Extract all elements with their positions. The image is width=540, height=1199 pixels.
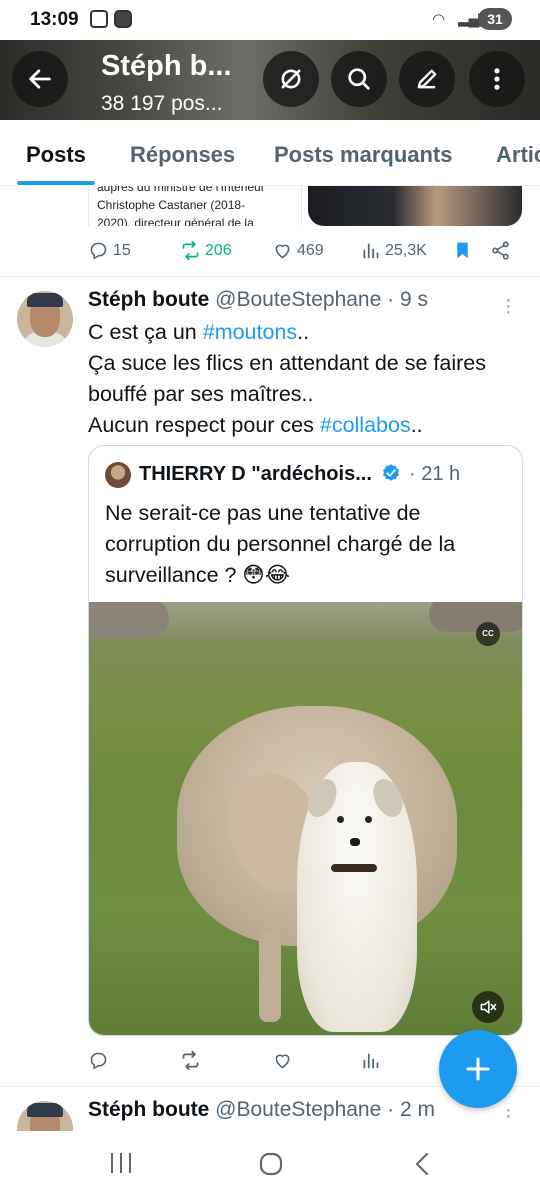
post-more-icon[interactable]: · · ·: [505, 290, 512, 322]
tab-replies[interactable]: Réponses: [130, 142, 235, 168]
post-time: · 2 m: [387, 1098, 435, 1121]
muted-circle-icon: [281, 69, 301, 89]
previous-post-document-image[interactable]: auprès du ministre de l'Intérieur Christ…: [88, 186, 302, 226]
more-options-button[interactable]: [469, 51, 525, 107]
back-nav-icon[interactable]: [412, 1151, 434, 1177]
hashtag-link[interactable]: #moutons: [203, 320, 297, 344]
reply-button[interactable]: [88, 1050, 109, 1071]
hashtag-link[interactable]: #collabos: [320, 413, 411, 437]
verified-badge-icon: [383, 464, 400, 481]
views-chart-icon: [363, 1053, 379, 1069]
quote-video[interactable]: CC: [89, 602, 522, 1035]
previous-post-photo[interactable]: [308, 186, 522, 226]
share-button[interactable]: [490, 240, 511, 261]
text-segment: Aucun respect pour ces: [88, 413, 320, 437]
home-icon[interactable]: [258, 1151, 284, 1177]
quoted-post[interactable]: THIERRY D "ardéchois... · 21 h Ne serait…: [88, 445, 523, 1036]
back-button[interactable]: [12, 51, 68, 107]
tab-articles[interactable]: Artic: [496, 142, 540, 168]
captions-button[interactable]: CC: [476, 622, 500, 646]
bookmark-icon: [457, 242, 468, 259]
profile-tabs: Posts Réponses Posts marquants Artic: [0, 120, 540, 186]
repost-icon: [182, 240, 199, 261]
search-icon: [348, 68, 370, 90]
post-text: C est ça un #moutons.. Ça suce les flics…: [88, 317, 528, 441]
mute-profile-button[interactable]: [263, 51, 319, 107]
author-name[interactable]: Stéph boute: [88, 288, 209, 311]
reply-count: 15: [113, 241, 131, 259]
speaker-muted-icon: [480, 1000, 497, 1014]
recent-apps-icon[interactable]: [108, 1151, 134, 1175]
post-author-line[interactable]: Stéph boute @BouteStephane · 2 m: [88, 1098, 435, 1122]
quote-time: · 21 h: [409, 463, 461, 485]
reply-button[interactable]: 15: [88, 240, 131, 261]
like-count: 469: [297, 241, 324, 259]
tab-posts[interactable]: Posts: [26, 142, 86, 168]
pencil-icon: [417, 69, 437, 89]
edit-button[interactable]: [399, 51, 455, 107]
repost-button[interactable]: 206: [180, 240, 232, 261]
repost-count: 206: [205, 241, 232, 259]
quote-author-line: THIERRY D "ardéchois... · 21 h: [139, 463, 460, 486]
heart-icon: [275, 244, 290, 259]
author-name[interactable]: Stéph boute: [88, 1098, 209, 1121]
reply-icon: [90, 1052, 107, 1070]
doc-line: 2020), directeur général de la: [97, 216, 254, 226]
post-author-line[interactable]: Stéph boute @BouteStephane · 9 s: [88, 288, 428, 312]
views-button[interactable]: 25,3K: [360, 240, 427, 261]
battery-indicator: 31: [478, 8, 512, 30]
quote-author-name: THIERRY D "ardéchois...: [139, 463, 372, 485]
view-count: 25,3K: [385, 241, 427, 259]
doc-line: Christophe Castaner (2018-: [97, 198, 246, 212]
text-segment: ..: [297, 320, 310, 344]
profile-title: Stéph b...: [101, 50, 232, 82]
bookmark-button[interactable]: [452, 240, 473, 261]
active-tab-indicator: [17, 181, 95, 185]
repost-icon: [182, 1050, 199, 1071]
views-button[interactable]: [360, 1050, 381, 1071]
text-segment: ..: [410, 413, 423, 437]
previous-post-actions: 15 206 469 25,3K: [0, 240, 540, 280]
avatar[interactable]: [17, 1101, 73, 1131]
search-button[interactable]: [331, 51, 387, 107]
status-bar: 13:09 ◠ ▂▄▆ 31: [0, 0, 540, 40]
tab-highlights[interactable]: Posts marquants: [274, 142, 453, 168]
status-time: 13:09: [30, 9, 79, 30]
doc-line: auprès du ministre de l'Intérieur: [97, 186, 265, 194]
screenshot-icon: [90, 10, 108, 28]
views-chart-icon: [363, 243, 379, 259]
avatar[interactable]: [17, 291, 73, 347]
post-divider: [0, 276, 540, 277]
quote-avatar: [105, 462, 131, 488]
post-more-icon[interactable]: · ·: [505, 1100, 512, 1126]
vertical-dots-icon: [494, 68, 500, 90]
author-handle[interactable]: @BouteStephane: [215, 288, 381, 311]
plus-icon: [466, 1057, 490, 1081]
heart-icon: [275, 1054, 290, 1069]
system-navigation-bar: [0, 1131, 540, 1199]
arrow-left-icon: [29, 69, 51, 89]
share-icon: [492, 241, 509, 260]
reply-icon: [90, 242, 107, 260]
text-line: bouffé par ses maîtres..: [88, 382, 314, 406]
profile-header: Stéph b... 38 197 pos...: [0, 40, 540, 120]
post-time: · 9 s: [387, 288, 428, 311]
author-handle[interactable]: @BouteStephane: [215, 1098, 381, 1121]
compose-post-button[interactable]: [439, 1030, 517, 1108]
quote-text: Ne serait-ce pas une tentative de corrup…: [105, 501, 456, 587]
wifi-icon: ◠: [432, 11, 446, 28]
text-line: Ça suce les flics en attendant de se fai…: [88, 351, 486, 375]
like-button[interactable]: [272, 1050, 293, 1071]
repost-button[interactable]: [180, 1050, 201, 1071]
mute-video-button[interactable]: [472, 991, 504, 1023]
text-segment: C est ça un: [88, 320, 203, 344]
like-button[interactable]: 469: [272, 240, 324, 261]
post-count: 38 197 pos...: [101, 92, 223, 115]
notification-icon: [114, 10, 132, 28]
